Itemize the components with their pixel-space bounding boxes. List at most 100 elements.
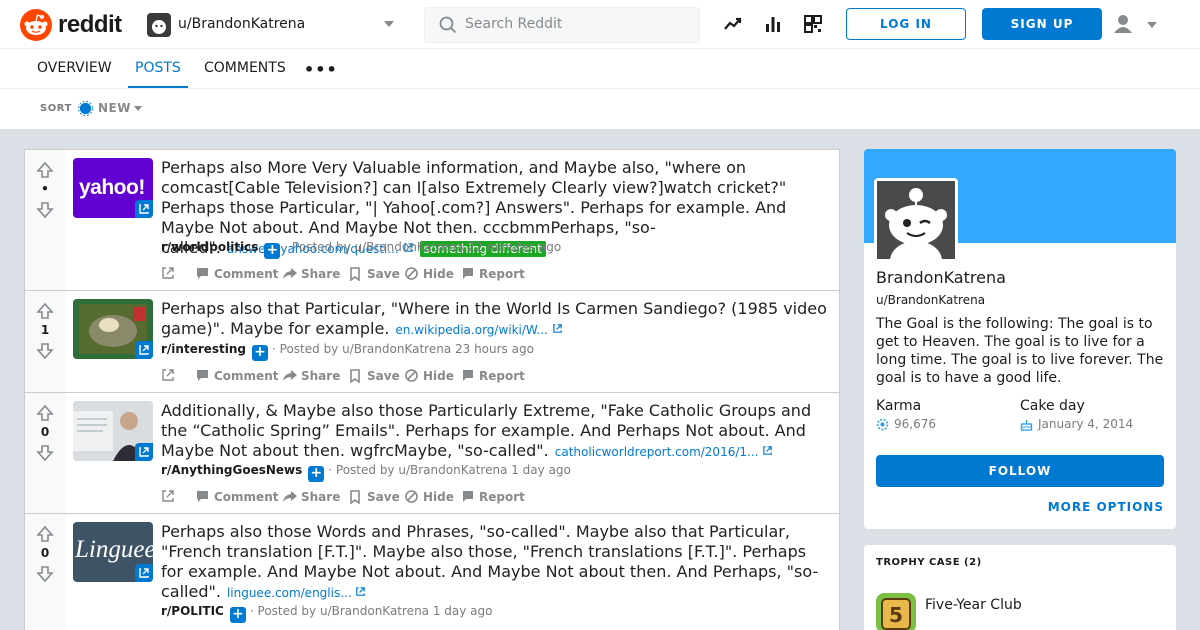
profile-display-name: BrandonKatrena — [876, 268, 1006, 287]
vote-column: 1 — [25, 291, 65, 392]
user-icon — [1114, 15, 1132, 33]
downvote-arrow-icon[interactable] — [36, 201, 54, 219]
profile-bio: The Goal is the following: The goal is t… — [876, 316, 1164, 386]
flag-icon — [462, 268, 473, 279]
post-thumbnail[interactable] — [73, 401, 153, 461]
external-link-icon — [135, 564, 153, 582]
post-card[interactable]: • yahoo! Perhaps also More Very Valuable… — [24, 149, 840, 291]
subreddit-link[interactable]: r/worldpolitics — [161, 240, 258, 254]
tab-comments[interactable]: COMMENTS — [204, 49, 286, 88]
follow-button[interactable]: FOLLOW — [876, 455, 1164, 487]
post-link[interactable]: linguee.com/englis... — [227, 586, 367, 600]
chevron-down-icon — [384, 21, 394, 27]
search-input[interactable] — [465, 16, 685, 32]
post-byline: · Posted by u/BrandonKatrena 23 hours ag… — [272, 342, 534, 356]
post-card[interactable]: 0 Linguee Perhaps also those Words and P… — [24, 513, 840, 630]
post-meta: r/worldpolitics + · Posted by u/BrandonKat… — [161, 240, 561, 259]
login-button[interactable]: LOG IN — [846, 8, 966, 40]
tab-posts[interactable]: POSTS — [128, 49, 188, 88]
more-options-link[interactable]: MORE OPTIONS — [1048, 500, 1164, 514]
user-avatar — [147, 13, 171, 37]
subreddit-link[interactable]: r/interesting — [161, 342, 246, 356]
upvote-arrow-icon[interactable] — [36, 525, 54, 543]
thumbnail-wordmark: Linguee — [75, 536, 153, 563]
reddit-logo-icon[interactable] — [20, 9, 52, 41]
all-icon[interactable] — [763, 14, 783, 34]
post-link[interactable]: catholicworldreport.com/2016/1... — [555, 445, 774, 459]
post-meta: r/interesting + · Posted by u/BrandonKatre… — [161, 342, 534, 361]
hide-icon — [405, 490, 418, 503]
post-title-block: Additionally, & Maybe also those Particu… — [161, 401, 831, 462]
sort-label: SORT — [40, 103, 72, 114]
search-bar[interactable] — [424, 7, 700, 43]
post-title-block: Perhaps also those Words and Phrases, "s… — [161, 522, 833, 603]
vote-column: • — [25, 150, 65, 290]
join-subreddit-button[interactable]: + — [229, 607, 246, 623]
signup-button[interactable]: SIGN UP — [982, 8, 1102, 40]
bookmark-icon — [350, 369, 360, 383]
post-thumbnail[interactable] — [73, 299, 153, 359]
downvote-arrow-icon[interactable] — [36, 444, 54, 462]
tab-overview[interactable]: OVERVIEW — [37, 49, 112, 88]
user-menu-dropdown[interactable] — [1112, 13, 1162, 37]
hide-icon — [405, 267, 418, 280]
upvote-arrow-icon[interactable] — [36, 161, 54, 179]
post-byline: · Posted by u/BrandonKatrena 1 day ago — [249, 604, 493, 618]
join-subreddit-button[interactable]: + — [308, 466, 325, 482]
flag-icon — [462, 370, 473, 381]
reddit-wordmark[interactable]: reddit — [58, 11, 122, 39]
karma-label: Karma — [876, 398, 922, 414]
bookmark-icon — [350, 490, 360, 504]
more-tabs-button[interactable]: ••• — [304, 60, 338, 79]
expand-icon[interactable] — [161, 368, 175, 382]
external-link-icon — [135, 341, 153, 359]
thumbnail-wordmark: yahoo! — [79, 176, 145, 199]
post-card[interactable]: 0 Additionally, & Maybe also those Parti… — [24, 392, 840, 514]
vote-column: 0 — [25, 514, 65, 630]
vote-column: 0 — [25, 393, 65, 513]
vote-score: 0 — [40, 425, 50, 439]
post-thumbnail[interactable]: yahoo! — [73, 158, 153, 218]
profile-username: u/BrandonKatrena — [876, 293, 986, 307]
karma-icon — [876, 418, 889, 431]
post-title-block: Perhaps also that Particular, "Where in … — [161, 299, 831, 340]
user-dropdown-name: u/BrandonKatrena — [178, 16, 306, 32]
search-icon — [439, 16, 457, 34]
top-header: reddit u/BrandonKatrena LOG IN SIGN UP — [0, 0, 1200, 49]
vote-score: 0 — [40, 546, 50, 560]
karma-value: 96,676 — [876, 417, 936, 431]
external-link-icon — [763, 446, 773, 455]
join-subreddit-button[interactable]: + — [252, 345, 269, 361]
cake-icon — [1020, 420, 1033, 431]
expand-icon[interactable] — [161, 489, 175, 503]
vote-score: • — [41, 182, 49, 196]
post-byline: · Posted by u/BrandonKatrena 1 day ago — [328, 463, 571, 477]
post-meta: r/AnythingGoesNews + · Posted by u/Brandon… — [161, 463, 571, 482]
coins-icon[interactable] — [803, 14, 823, 34]
user-dropdown[interactable]: u/BrandonKatrena — [147, 12, 400, 38]
popular-icon[interactable] — [723, 14, 743, 34]
comment-icon — [197, 370, 208, 381]
five-year-club-trophy-icon: 5 — [876, 593, 916, 630]
downvote-arrow-icon[interactable] — [36, 565, 54, 583]
downvote-arrow-icon[interactable] — [36, 342, 54, 360]
upvote-arrow-icon[interactable] — [36, 302, 54, 320]
chevron-down-icon — [1147, 22, 1157, 28]
upvote-arrow-icon[interactable] — [36, 404, 54, 422]
post-link[interactable]: en.wikipedia.org/wiki/W... — [395, 323, 562, 337]
post-card[interactable]: 1 Perhaps also that Particular, "Where i… — [24, 290, 840, 393]
expand-icon[interactable] — [161, 266, 175, 280]
sort-value: NEW — [98, 101, 131, 115]
comment-icon — [197, 268, 208, 279]
external-link-icon — [135, 200, 153, 218]
external-link-icon — [135, 443, 153, 461]
trophy-name: Five-Year Club — [925, 597, 1022, 613]
subreddit-link[interactable]: r/POLITIC — [161, 604, 224, 618]
vote-score: 1 — [40, 323, 50, 337]
subreddit-link[interactable]: r/AnythingGoesNews — [161, 463, 302, 477]
share-icon — [283, 370, 297, 381]
join-subreddit-button[interactable]: + — [264, 243, 281, 259]
chevron-down-icon — [134, 106, 142, 111]
hide-icon — [405, 369, 418, 382]
post-thumbnail[interactable]: Linguee — [73, 522, 153, 582]
